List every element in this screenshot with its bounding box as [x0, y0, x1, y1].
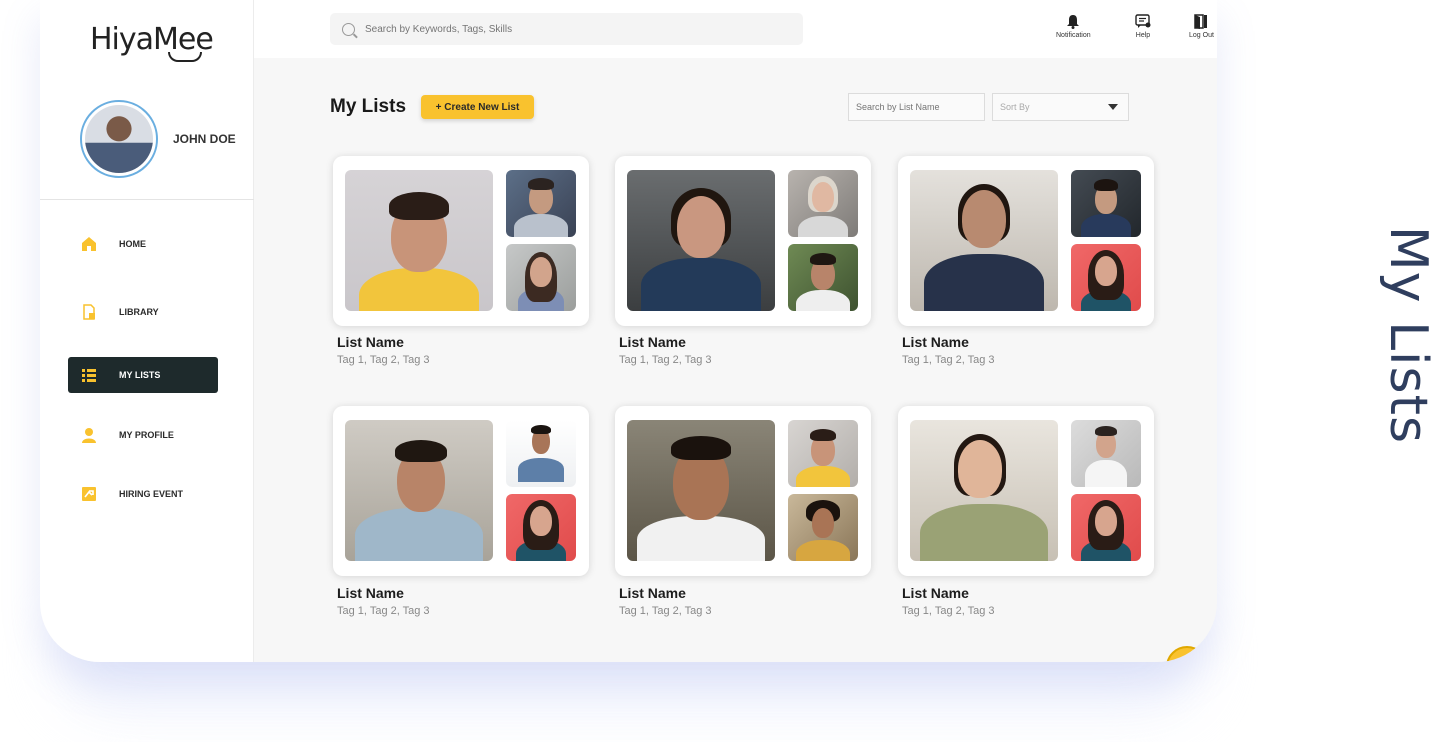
list-card[interactable] [898, 156, 1154, 326]
list-card-tags: Tag 1, Tag 2, Tag 3 [619, 605, 712, 617]
chat-fab-button[interactable] [1166, 646, 1208, 662]
sidebar-item-my-lists[interactable]: MY LISTS [68, 357, 218, 393]
home-icon [82, 237, 96, 251]
list-card-title[interactable]: List Name [619, 585, 686, 601]
list-card-main-photo [345, 170, 493, 311]
list-card-tags: Tag 1, Tag 2, Tag 3 [902, 354, 995, 366]
sidebar-item-home[interactable]: HOME [68, 226, 218, 262]
logout-button[interactable]: Log Out [1189, 14, 1214, 39]
list-card-thumb-photo [506, 244, 576, 311]
sidebar-item-label: HOME [119, 239, 146, 249]
list-card-tags: Tag 1, Tag 2, Tag 3 [337, 605, 430, 617]
sort-label: Sort By [1000, 102, 1030, 112]
list-card-title[interactable]: List Name [619, 334, 686, 350]
list-card-thumb-photo [788, 494, 858, 561]
user-name: JOHN DOE [173, 132, 236, 146]
chevron-down-icon [1108, 104, 1118, 110]
side-heading-text: My Lists [1378, 225, 1433, 445]
list-search-input[interactable] [848, 93, 985, 121]
list-card-main-photo [345, 420, 493, 561]
list-card-title[interactable]: List Name [902, 334, 969, 350]
list-card-main-photo [910, 420, 1058, 561]
list-card-thumb-photo [506, 170, 576, 237]
list-card-thumb-photo [788, 170, 858, 237]
list-card-thumb-photo [506, 494, 576, 561]
profile-icon [82, 428, 96, 443]
avatar[interactable] [80, 100, 158, 178]
stage: HiyaMee JOHN DOE HOME LIBRARY MY LISTS M… [0, 0, 1433, 742]
help-label: Help [1135, 32, 1151, 39]
list-card-thumb-photo [788, 244, 858, 311]
help-icon [1135, 14, 1151, 28]
list-card-main-photo [627, 420, 775, 561]
notification-button[interactable]: Notification [1056, 14, 1091, 39]
search-input[interactable] [365, 23, 765, 35]
list-card-thumb-photo [506, 420, 576, 487]
sort-select[interactable]: Sort By [992, 93, 1129, 121]
sidebar-item-label: LIBRARY [119, 307, 159, 317]
list-card[interactable] [615, 406, 871, 576]
avatar-photo [85, 105, 153, 173]
list-card[interactable] [333, 406, 589, 576]
list-card-thumb-photo [788, 420, 858, 487]
logout-label: Log Out [1189, 32, 1214, 39]
list-card-thumb-photo [1071, 170, 1141, 237]
list-card-tags: Tag 1, Tag 2, Tag 3 [337, 354, 430, 366]
logout-icon [1194, 14, 1208, 29]
list-card-main-photo [627, 170, 775, 311]
list-card-main-photo [910, 170, 1058, 311]
create-new-list-button[interactable]: + Create New List [421, 95, 534, 119]
list-card-title[interactable]: List Name [902, 585, 969, 601]
list-card-tags: Tag 1, Tag 2, Tag 3 [902, 605, 995, 617]
notification-label: Notification [1056, 32, 1091, 39]
list-card[interactable] [615, 156, 871, 326]
list-card[interactable] [898, 406, 1154, 576]
sidebar-item-my-profile[interactable]: MY PROFILE [68, 417, 218, 453]
sidebar: HiyaMee JOHN DOE HOME LIBRARY MY LISTS M… [40, 0, 254, 662]
list-icon [82, 369, 96, 382]
list-card-thumb-photo [1071, 494, 1141, 561]
sidebar-item-hiring-event[interactable]: HIRING EVENT [68, 476, 218, 512]
list-card-title[interactable]: List Name [337, 334, 404, 350]
side-heading: My Lists [1378, 210, 1433, 460]
page-title: My Lists [330, 96, 407, 117]
list-card-thumb-photo [1071, 244, 1141, 311]
hiring-event-icon [82, 487, 96, 501]
global-search[interactable] [330, 13, 803, 45]
list-card-tags: Tag 1, Tag 2, Tag 3 [619, 354, 712, 366]
sidebar-item-library[interactable]: LIBRARY [68, 294, 218, 330]
list-card-thumb-photo [1071, 420, 1141, 487]
logo-smile-icon [168, 52, 202, 62]
topbar: Notification Help Log Out [254, 0, 1217, 58]
app-window: HiyaMee JOHN DOE HOME LIBRARY MY LISTS M… [40, 0, 1217, 662]
library-icon [83, 304, 95, 320]
list-card-title[interactable]: List Name [337, 585, 404, 601]
search-icon [342, 22, 355, 36]
help-button[interactable]: Help [1135, 14, 1151, 39]
sidebar-item-label: HIRING EVENT [119, 489, 184, 499]
list-card[interactable] [333, 156, 589, 326]
sidebar-item-label: MY LISTS [119, 370, 161, 380]
bell-icon [1067, 15, 1080, 29]
sidebar-divider [40, 199, 254, 200]
sidebar-item-label: MY PROFILE [119, 430, 174, 440]
